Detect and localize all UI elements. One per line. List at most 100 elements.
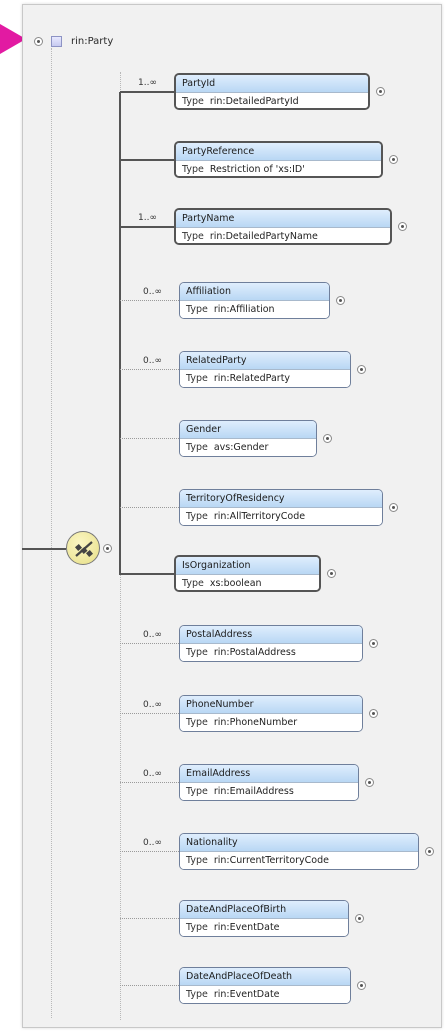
element-node-territoryofresidency[interactable]: TerritoryOfResidency Type rin:AllTerritory… <box>179 489 383 526</box>
circle-expand-icon[interactable] <box>357 364 366 374</box>
sequence-compositor-icon[interactable] <box>66 531 100 565</box>
node-connector <box>120 90 174 93</box>
type-keyword: Type <box>186 717 208 728</box>
node-connector <box>120 437 179 439</box>
type-keyword: Type <box>186 373 208 384</box>
circle-expand-icon[interactable] <box>389 502 398 512</box>
type-keyword: Type <box>186 786 208 797</box>
element-type-row: Type rin:EventDate <box>180 986 350 1003</box>
element-name: PhoneNumber <box>180 696 362 714</box>
root-label: rin:Party <box>71 35 114 47</box>
element-name: PostalAddress <box>180 626 362 644</box>
element-node-isorganization[interactable]: IsOrganization Type xs:boolean <box>174 555 321 592</box>
xsd-diagram: rin:Party 1..∞ PartyId Type rin:DetailedPar… <box>0 0 446 1032</box>
root-element[interactable]: rin:Party <box>34 33 113 49</box>
circle-expand-icon[interactable] <box>389 154 398 164</box>
element-node-partyid[interactable]: PartyId Type rin:DetailedPartyId <box>174 73 370 110</box>
element-name: PartyReference <box>176 143 381 161</box>
element-type: rin:EventDate <box>213 922 280 933</box>
type-keyword: Type <box>186 511 208 522</box>
root-connector <box>51 48 52 1018</box>
cardinality-label: 0..∞ <box>143 286 162 297</box>
cardinality-label: 0..∞ <box>143 355 162 366</box>
type-keyword: Type <box>186 647 208 658</box>
circle-expand-icon[interactable] <box>357 980 366 990</box>
element-type-row: Type avs:Gender <box>180 439 316 456</box>
element-node-gender[interactable]: Gender Type avs:Gender <box>179 420 317 457</box>
node-connector <box>120 368 179 370</box>
element-node-affiliation[interactable]: Affiliation Type rin:Affiliation <box>179 282 330 319</box>
circle-expand-icon[interactable] <box>369 638 378 648</box>
element-name: Gender <box>180 421 316 439</box>
node-connector <box>120 299 179 301</box>
circle-expand-icon[interactable] <box>425 846 434 856</box>
cardinality-label: 0..∞ <box>143 837 162 848</box>
node-connector <box>120 572 174 575</box>
type-keyword: Type <box>182 231 204 242</box>
element-node-emailaddress[interactable]: EmailAddress Type rin:EmailAddress <box>179 764 359 801</box>
element-node-dateandplaceofdeath[interactable]: DateAndPlaceOfDeath Type rin:EventDate <box>179 967 351 1004</box>
element-type-row: Type rin:RelatedParty <box>180 370 350 387</box>
element-name: DateAndPlaceOfBirth <box>180 901 348 919</box>
circle-expand-icon[interactable] <box>376 86 385 96</box>
element-type-row: Type rin:Affiliation <box>180 301 329 318</box>
node-connector <box>120 158 174 161</box>
element-type-row: Type xs:boolean <box>176 575 319 590</box>
type-keyword: Type <box>186 442 208 453</box>
element-type-row: Type rin:PhoneNumber <box>180 714 362 731</box>
type-keyword: Type <box>182 578 204 589</box>
circle-expand-icon[interactable] <box>369 708 378 718</box>
element-type-row: Type rin:EventDate <box>180 919 348 936</box>
sequence-expand-icon[interactable] <box>103 544 112 553</box>
type-keyword: Type <box>186 855 208 866</box>
element-type-row: Type Restriction of 'xs:ID' <box>176 161 381 176</box>
circle-expand-icon[interactable] <box>323 433 332 443</box>
element-node-phonenumber[interactable]: PhoneNumber Type rin:PhoneNumber <box>179 695 363 732</box>
element-name: DateAndPlaceOfDeath <box>180 968 350 986</box>
element-type: rin:AllTerritoryCode <box>213 511 306 522</box>
root-expand-icon[interactable] <box>34 36 43 46</box>
circle-expand-icon[interactable] <box>365 777 374 787</box>
type-keyword: Type <box>186 922 208 933</box>
circle-expand-icon[interactable] <box>398 221 407 231</box>
circle-expand-icon[interactable] <box>327 568 336 578</box>
element-name: IsOrganization <box>176 557 319 575</box>
element-name: PartyName <box>176 210 390 228</box>
element-type: rin:CurrentTerritoryCode <box>213 855 329 866</box>
element-node-partyname[interactable]: PartyName Type rin:DetailedPartyName <box>174 208 392 245</box>
type-keyword: Type <box>186 304 208 315</box>
cardinality-label: 1..∞ <box>138 212 157 223</box>
node-connector <box>120 642 179 644</box>
node-connector <box>120 225 174 228</box>
element-type: rin:PhoneNumber <box>213 717 298 728</box>
node-connector <box>120 506 179 508</box>
element-node-relatedparty[interactable]: RelatedParty Type rin:RelatedParty <box>179 351 351 388</box>
cardinality-label: 1..∞ <box>138 77 157 88</box>
element-type: avs:Gender <box>213 442 269 453</box>
element-type: rin:DetailedPartyName <box>209 231 318 242</box>
circle-expand-icon[interactable] <box>336 295 345 305</box>
element-type-row: Type rin:DetailedPartyId <box>176 93 368 108</box>
element-name: PartyId <box>176 75 368 93</box>
cardinality-label: 0..∞ <box>143 768 162 779</box>
element-type-row: Type rin:CurrentTerritoryCode <box>180 852 418 869</box>
circle-expand-icon[interactable] <box>355 913 364 923</box>
element-node-postaladdress[interactable]: PostalAddress Type rin:PostalAddress <box>179 625 363 662</box>
sequence-connector <box>22 548 66 550</box>
type-keyword: Type <box>186 989 208 1000</box>
element-node-partyreference[interactable]: PartyReference Type Restriction of 'xs:ID' <box>174 141 383 178</box>
type-keyword: Type <box>182 164 204 175</box>
element-name: Nationality <box>180 834 418 852</box>
element-type: rin:EventDate <box>213 989 280 1000</box>
element-type-row: Type rin:DetailedPartyName <box>176 228 390 243</box>
element-icon <box>51 35 62 47</box>
element-node-nationality[interactable]: Nationality Type rin:CurrentTerritoryCode <box>179 833 419 870</box>
element-name: EmailAddress <box>180 765 358 783</box>
node-connector <box>120 781 179 783</box>
element-type-row: Type rin:EmailAddress <box>180 783 358 800</box>
element-node-dateandplaceofbirth[interactable]: DateAndPlaceOfBirth Type rin:EventDate <box>179 900 349 937</box>
node-connector <box>120 850 179 852</box>
element-type: rin:RelatedParty <box>213 373 291 384</box>
element-name: Affiliation <box>180 283 329 301</box>
required-spine <box>119 91 121 575</box>
